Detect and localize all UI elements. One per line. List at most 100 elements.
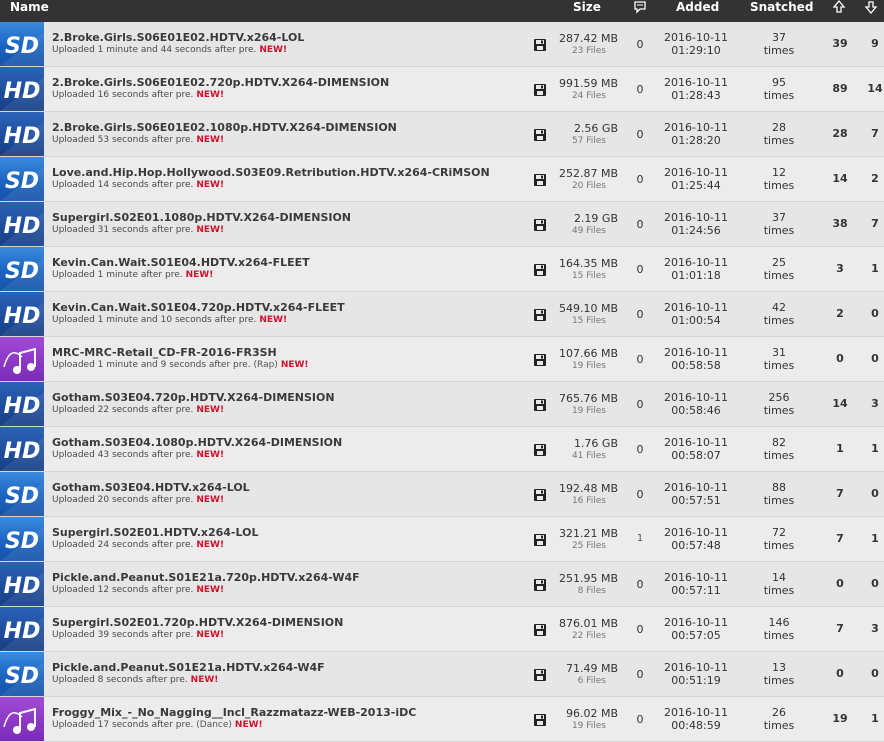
torrent-title-link[interactable]: Supergirl.S02E01.720p.HDTV.X264-DIMENSIO… [52, 616, 343, 629]
file-count[interactable]: 24 Files [550, 91, 606, 101]
hd-category-icon[interactable]: HD [0, 292, 44, 336]
seeders-count[interactable]: 28 [820, 127, 860, 140]
seeders-count[interactable]: 14 [820, 397, 860, 410]
column-header-added[interactable]: Added [676, 0, 719, 22]
leechers-count[interactable]: 0 [860, 307, 884, 320]
download-icon[interactable] [533, 487, 547, 501]
file-count[interactable]: 20 Files [550, 181, 606, 191]
torrent-title-link[interactable]: Gotham.S03E04.720p.HDTV.X264-DIMENSION [52, 391, 335, 404]
file-count[interactable]: 57 Files [550, 136, 606, 146]
comment-count[interactable]: 1 [630, 533, 650, 544]
arrow-up-icon[interactable] [832, 0, 846, 14]
torrent-title-link[interactable]: MRC-MRC-Retail_CD-FR-2016-FR3SH [52, 346, 277, 359]
torrent-title-link[interactable]: Love.and.Hip.Hop.Hollywood.S03E09.Retrib… [52, 166, 490, 179]
column-header-snatched[interactable]: Snatched [750, 0, 813, 22]
sd-category-icon[interactable]: SD [0, 247, 44, 291]
seeders-count[interactable]: 7 [820, 532, 860, 545]
leechers-count[interactable]: 3 [860, 397, 884, 410]
file-count[interactable]: 6 Files [550, 676, 606, 686]
torrent-title-link[interactable]: Pickle.and.Peanut.S01E21a.720p.HDTV.x264… [52, 571, 360, 584]
download-icon[interactable] [533, 82, 547, 96]
download-icon[interactable] [533, 262, 547, 276]
file-count[interactable]: 15 Files [550, 316, 606, 326]
seeders-count[interactable]: 3 [820, 262, 860, 275]
leechers-count[interactable]: 0 [860, 487, 884, 500]
file-count[interactable]: 16 Files [550, 496, 606, 506]
comment-count[interactable]: 0 [630, 578, 650, 591]
file-count[interactable]: 15 Files [550, 271, 606, 281]
download-icon[interactable] [533, 172, 547, 186]
seeders-count[interactable]: 19 [820, 712, 860, 725]
sd-category-icon[interactable]: SD [0, 517, 44, 561]
leechers-count[interactable]: 7 [860, 217, 884, 230]
comment-count[interactable]: 0 [630, 173, 650, 186]
seeders-count[interactable]: 0 [820, 577, 860, 590]
leechers-count[interactable]: 1 [860, 712, 884, 725]
torrent-title-link[interactable]: Froggy_Mix_-_No_Nagging__Incl_Razzmatazz… [52, 706, 416, 719]
leechers-count[interactable]: 9 [860, 37, 884, 50]
comment-count[interactable]: 0 [630, 623, 650, 636]
file-count[interactable]: 49 Files [550, 226, 606, 236]
seeders-count[interactable]: 89 [820, 82, 860, 95]
torrent-title-link[interactable]: 2.Broke.Girls.S06E01E02.720p.HDTV.X264-D… [52, 76, 389, 89]
sd-category-icon[interactable]: SD [0, 157, 44, 201]
seeders-count[interactable]: 39 [820, 37, 860, 50]
torrent-title-link[interactable]: Pickle.and.Peanut.S01E21a.HDTV.x264-W4F [52, 661, 325, 674]
comment-count[interactable]: 0 [630, 668, 650, 681]
file-count[interactable]: 19 Files [550, 361, 606, 371]
comment-count[interactable]: 0 [630, 83, 650, 96]
comment-count[interactable]: 0 [630, 38, 650, 51]
comment-count[interactable]: 0 [630, 443, 650, 456]
seeders-count[interactable]: 0 [820, 667, 860, 680]
hd-category-icon[interactable]: HD [0, 427, 44, 471]
download-icon[interactable] [533, 307, 547, 321]
download-icon[interactable] [533, 442, 547, 456]
seeders-count[interactable]: 7 [820, 622, 860, 635]
sd-category-icon[interactable]: SD [0, 472, 44, 516]
leechers-count[interactable]: 7 [860, 127, 884, 140]
download-icon[interactable] [533, 532, 547, 546]
torrent-title-link[interactable]: Supergirl.S02E01.HDTV.x264-LOL [52, 526, 258, 539]
download-icon[interactable] [533, 577, 547, 591]
hd-category-icon[interactable]: HD [0, 607, 44, 651]
leechers-count[interactable]: 0 [860, 352, 884, 365]
torrent-title-link[interactable]: Kevin.Can.Wait.S01E04.720p.HDTV.x264-FLE… [52, 301, 345, 314]
comment-count[interactable]: 0 [630, 488, 650, 501]
comment-count[interactable]: 0 [630, 128, 650, 141]
leechers-count[interactable]: 1 [860, 532, 884, 545]
seeders-count[interactable]: 2 [820, 307, 860, 320]
comment-icon[interactable] [633, 0, 647, 14]
hd-category-icon[interactable]: HD [0, 382, 44, 426]
hd-category-icon[interactable]: HD [0, 112, 44, 156]
file-count[interactable]: 41 Files [550, 451, 606, 461]
torrent-title-link[interactable]: Gotham.S03E04.1080p.HDTV.X264-DIMENSION [52, 436, 342, 449]
torrent-title-link[interactable]: 2.Broke.Girls.S06E01E02.HDTV.x264-LOL [52, 31, 304, 44]
download-icon[interactable] [533, 397, 547, 411]
hd-category-icon[interactable]: HD [0, 67, 44, 111]
leechers-count[interactable]: 0 [860, 667, 884, 680]
leechers-count[interactable]: 1 [860, 442, 884, 455]
torrent-title-link[interactable]: Gotham.S03E04.HDTV.x264-LOL [52, 481, 250, 494]
sd-category-icon[interactable]: SD [0, 652, 44, 696]
comment-count[interactable]: 0 [630, 218, 650, 231]
arrow-down-icon[interactable] [864, 0, 878, 15]
hd-category-icon[interactable]: HD [0, 202, 44, 246]
seeders-count[interactable]: 14 [820, 172, 860, 185]
leechers-count[interactable]: 0 [860, 577, 884, 590]
comment-count[interactable]: 0 [630, 713, 650, 726]
leechers-count[interactable]: 14 [860, 82, 884, 95]
leechers-count[interactable]: 3 [860, 622, 884, 635]
music-category-icon[interactable] [0, 337, 44, 381]
comment-count[interactable]: 0 [630, 263, 650, 276]
file-count[interactable]: 22 Files [550, 631, 606, 641]
comment-count[interactable]: 0 [630, 308, 650, 321]
column-header-size[interactable]: Size [573, 0, 601, 22]
leechers-count[interactable]: 1 [860, 262, 884, 275]
download-icon[interactable] [533, 217, 547, 231]
hd-category-icon[interactable]: HD [0, 562, 44, 606]
download-icon[interactable] [533, 712, 547, 726]
seeders-count[interactable]: 38 [820, 217, 860, 230]
seeders-count[interactable]: 0 [820, 352, 860, 365]
comment-count[interactable]: 0 [630, 398, 650, 411]
file-count[interactable]: 8 Files [550, 586, 606, 596]
